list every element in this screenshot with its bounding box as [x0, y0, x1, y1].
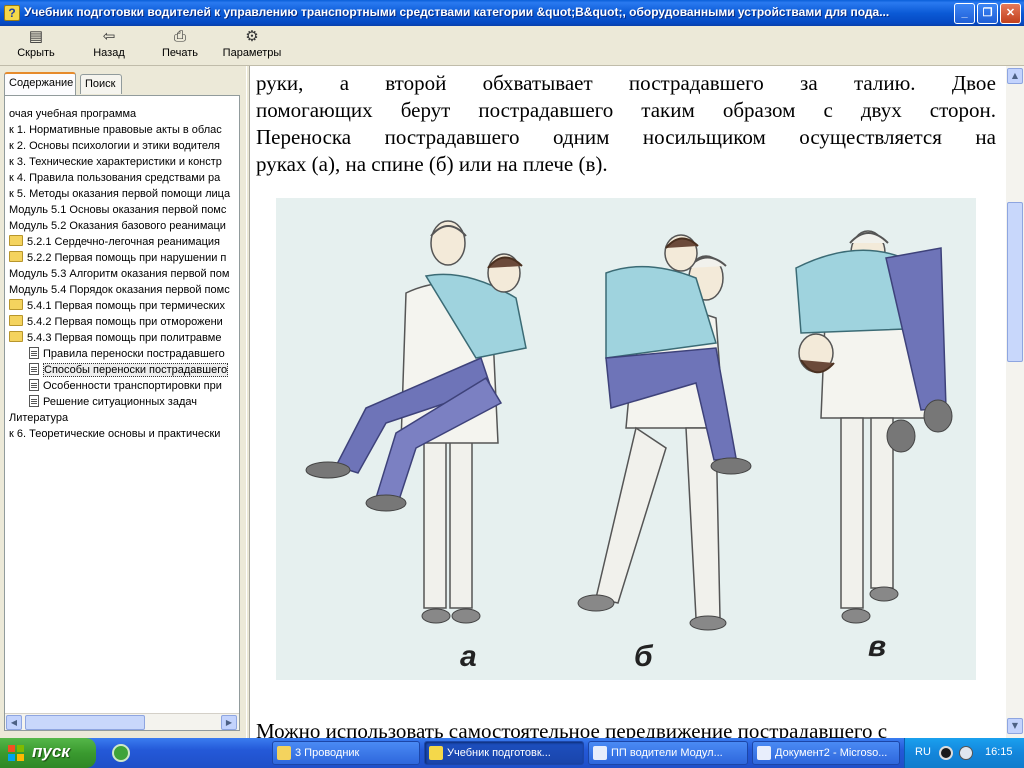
- quick-launch-icon[interactable]: [112, 744, 130, 762]
- tree-item[interactable]: Решение ситуационных задач: [29, 394, 197, 410]
- close-icon: ✕: [1005, 7, 1016, 19]
- clock: 16:15: [985, 746, 1013, 758]
- text-line: помогающих берут пострадавшего таким обр…: [256, 98, 996, 122]
- content-vertical-scrollbar[interactable]: ▲ ▼: [1006, 66, 1024, 738]
- folder-icon: [277, 746, 291, 760]
- printer-icon: ⎙: [173, 28, 186, 45]
- maximize-button[interactable]: ❐: [977, 3, 998, 24]
- tree-item[interactable]: к 1. Нормативные правовые акты в облас: [9, 122, 222, 138]
- tree-item[interactable]: 5.2.2 Первая помощь при нарушении п: [9, 250, 226, 266]
- tree-item[interactable]: 5.4.1 Первая помощь при термических: [9, 298, 225, 314]
- tree-item[interactable]: 5.4.3 Первая помощь при политравме: [9, 330, 221, 346]
- task-word-doc-1[interactable]: ПП водители Модул...: [588, 741, 748, 765]
- text-line: руки, а второй обхватывает пострадавшего…: [256, 71, 996, 95]
- minimize-button[interactable]: _: [954, 3, 975, 24]
- tree-item[interactable]: Модуль 5.4 Порядок оказания первой помс: [9, 282, 230, 298]
- options-icon: ⚙: [245, 28, 259, 45]
- folder-icon: [9, 251, 23, 262]
- tree-item-selected[interactable]: Способы переноски пострадавшего: [29, 362, 229, 378]
- help-icon: [429, 746, 443, 760]
- content-pane: руки, а второй обхватывает пострадавшего…: [250, 66, 1006, 738]
- print-label: Печать: [161, 47, 199, 59]
- tree-item[interactable]: Модуль 5.3 Алгоритм оказания первой пом: [9, 266, 229, 282]
- tree-item[interactable]: 5.4.2 Первая помощь при отморожени: [9, 314, 223, 330]
- tree-item[interactable]: Литература: [9, 410, 68, 426]
- tab-contents[interactable]: Содержание: [4, 72, 76, 95]
- scroll-left-icon[interactable]: ◀: [6, 715, 22, 730]
- taskbar: пуск 3 Проводник Учебник подготовк... ПП…: [0, 738, 1024, 768]
- content-scroll-thumb[interactable]: [1007, 202, 1023, 362]
- figure-label-b: б: [634, 640, 654, 673]
- document-icon: [29, 379, 39, 391]
- system-tray: RU 16:15: [904, 738, 1024, 768]
- open-folder-icon: [9, 331, 23, 342]
- text-line: руках (а), на спине (б) или на плече (в)…: [256, 152, 608, 176]
- folder-icon: [9, 235, 23, 246]
- tree-item[interactable]: очая учебная программа: [9, 106, 136, 122]
- contents-tree[interactable]: очая учебная программа к 1. Нормативные …: [4, 95, 240, 731]
- folder-icon: [9, 299, 23, 310]
- options-button[interactable]: ⚙ Параметры: [220, 28, 284, 64]
- tree-item[interactable]: Особенности транспортировки при: [29, 378, 222, 394]
- task-word-doc-2[interactable]: Документ2 - Microso...: [752, 741, 900, 765]
- tree-scroll-thumb[interactable]: [25, 715, 145, 730]
- title-bar: ? Учебник подготовки водителей к управле…: [0, 0, 1024, 26]
- document-icon: [29, 347, 39, 359]
- scroll-down-icon[interactable]: ▼: [1007, 718, 1023, 734]
- tree-item[interactable]: Модуль 5.1 Основы оказания первой помс: [9, 202, 226, 218]
- word-icon: [757, 746, 771, 760]
- windows-flag-icon: [8, 745, 25, 761]
- figure-label-c: в: [868, 630, 886, 663]
- scroll-right-icon[interactable]: ▶: [221, 715, 237, 730]
- print-button[interactable]: ⎙ Печать: [156, 28, 204, 64]
- back-label: Назад: [93, 47, 125, 59]
- figure-label-a: а: [460, 640, 477, 673]
- tree-item[interactable]: к 2. Основы психологии и этики водителя: [9, 138, 220, 154]
- text-line: Можно использовать самостоятельное перед…: [256, 719, 888, 738]
- maximize-icon: ❐: [982, 7, 993, 19]
- back-button[interactable]: ⇦ Назад: [86, 28, 132, 64]
- scroll-up-icon[interactable]: ▲: [1007, 68, 1023, 84]
- window-title: Учебник подготовки водителей к управлени…: [24, 5, 890, 19]
- language-indicator[interactable]: RU: [915, 746, 931, 758]
- close-button[interactable]: ✕: [1000, 3, 1021, 24]
- tree-item[interactable]: Правила переноски пострадавшего: [29, 346, 225, 362]
- tray-app-icon[interactable]: [959, 746, 973, 760]
- hide-label: Скрыть: [17, 47, 55, 59]
- hide-button[interactable]: ▤ Скрыть: [12, 28, 60, 64]
- tree-item[interactable]: к 4. Правила пользования средствами ра: [9, 170, 220, 186]
- start-label: пуск: [32, 742, 70, 761]
- figure-c-shoulder-carry: [795, 230, 953, 624]
- back-arrow-icon: ⇦: [102, 28, 116, 45]
- minimize-icon: _: [961, 7, 968, 19]
- document-icon: [29, 395, 39, 407]
- tree-item[interactable]: к 3. Технические характеристики и констр: [9, 154, 222, 170]
- illustration-svg: а б в: [305, 220, 953, 673]
- folder-icon: [9, 315, 23, 326]
- tree-item[interactable]: к 5. Методы оказания первой помощи лица: [9, 186, 230, 202]
- task-textbook[interactable]: Учебник подготовк...: [424, 741, 584, 765]
- text-line: Переноска пострадавшего одним носильщико…: [256, 125, 996, 149]
- tree-horizontal-scrollbar[interactable]: ◀ ▶: [5, 713, 239, 730]
- figure-a-arms-carry: [305, 220, 527, 624]
- tree-item[interactable]: 5.2.1 Сердечно-легочная реанимация: [9, 234, 220, 250]
- tree-item[interactable]: Модуль 5.2 Оказания базового реанимаци: [9, 218, 226, 234]
- word-icon: [593, 746, 607, 760]
- navigation-pane: Содержание Поиск очая учебная программа …: [0, 66, 246, 738]
- document-icon: [29, 363, 39, 375]
- tab-search[interactable]: Поиск: [80, 74, 122, 94]
- start-button[interactable]: пуск: [0, 738, 96, 768]
- options-label: Параметры: [222, 47, 282, 59]
- volume-icon[interactable]: [939, 746, 953, 760]
- tree-items: очая учебная программа к 1. Нормативные …: [7, 98, 233, 708]
- toolbar: ▤ Скрыть ⇦ Назад ⎙ Печать ⚙ Параметры: [0, 26, 1024, 66]
- tree-item[interactable]: к 6. Теоретические основы и практически: [9, 426, 220, 442]
- figure-b-back-carry: [577, 234, 752, 631]
- help-app-icon[interactable]: ?: [4, 5, 20, 21]
- hide-pane-icon: ▤: [28, 28, 44, 45]
- carry-methods-illustration: а б в: [276, 198, 976, 680]
- task-explorer[interactable]: 3 Проводник: [272, 741, 420, 765]
